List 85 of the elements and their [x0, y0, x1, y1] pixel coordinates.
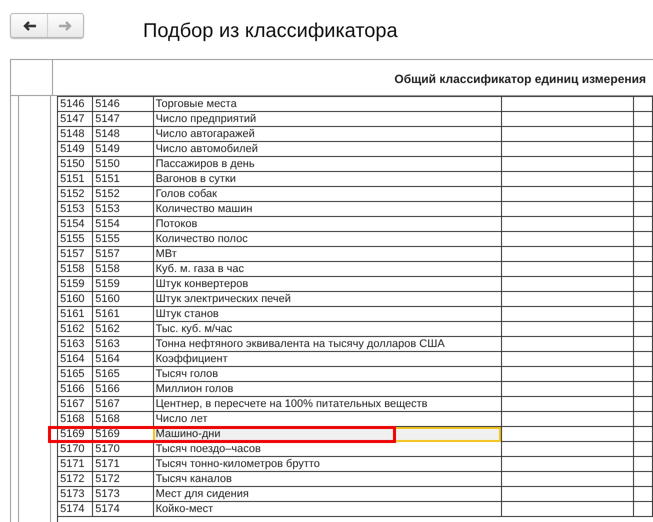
- right-arrow-icon: [58, 18, 74, 32]
- name-cell[interactable]: МВт: [153, 246, 502, 262]
- code-cell: 5151: [58, 172, 93, 186]
- name-cell[interactable]: Куб. м. газа в час: [153, 262, 502, 276]
- code-cell: 5172: [92, 472, 154, 486]
- name-cell[interactable]: Тысяч голов: [153, 366, 502, 382]
- code-cell: 5146: [58, 96, 93, 112]
- code-cell: 5174: [58, 502, 93, 516]
- name-cell[interactable]: Вагонов в сутки: [153, 172, 502, 186]
- code-cell: 5161: [58, 306, 93, 322]
- code-cell: 5166: [58, 382, 93, 396]
- code-cell: 5150: [58, 156, 93, 172]
- code-cell: 5150: [92, 156, 154, 172]
- code-cell: 5153: [58, 202, 93, 216]
- code-cell: 5160: [92, 292, 154, 306]
- name-cell[interactable]: Штук конвертеров: [153, 276, 502, 292]
- code-cell: 5154: [58, 216, 93, 232]
- name-cell[interactable]: Тысяч тонно-километров брутто: [153, 456, 502, 472]
- name-cell[interactable]: Число автогаражей: [153, 126, 502, 142]
- name-cell[interactable]: Штук станов: [153, 306, 502, 322]
- code-cell: 5173: [58, 486, 93, 502]
- code-cell: 5155: [92, 232, 154, 246]
- code-cell: 5164: [58, 352, 93, 366]
- name-cell[interactable]: Койко-мест: [153, 502, 502, 516]
- left-arrow-icon: [21, 18, 37, 32]
- code-cell: 5160: [58, 292, 93, 306]
- name-cell[interactable]: Число автомобилей: [153, 142, 502, 156]
- code-cell: 5152: [92, 186, 154, 202]
- code-cell: 5167: [58, 396, 93, 412]
- code-cell: 5163: [92, 336, 154, 352]
- code-cell: 5147: [58, 112, 93, 126]
- code-cell: 5157: [92, 246, 154, 262]
- column-header: Общий классификатор единиц измерения: [393, 71, 647, 88]
- code-cell: 5161: [92, 306, 154, 322]
- code-cell: 5171: [92, 456, 154, 472]
- code-cell: 5149: [58, 142, 93, 156]
- code-cell: 5170: [92, 442, 154, 456]
- name-cell[interactable]: Тысяч каналов: [153, 472, 502, 486]
- name-cell[interactable]: Штук электрических печей: [153, 292, 502, 306]
- code-cell: 5162: [58, 322, 93, 336]
- code-cell: 5146: [92, 96, 154, 112]
- name-cell[interactable]: Мест для сидения: [153, 486, 502, 502]
- code-cell: 5149: [92, 142, 154, 156]
- code-cell: 5157: [58, 246, 93, 262]
- name-cell[interactable]: Тыс. куб. м/час: [153, 322, 502, 336]
- code-cell: 5159: [58, 276, 93, 292]
- code-cell: 5173: [92, 486, 154, 502]
- name-cell[interactable]: Потоков: [153, 216, 502, 232]
- code-cell: 5172: [58, 472, 93, 486]
- name-cell[interactable]: Миллион голов: [153, 382, 502, 396]
- name-cell[interactable]: Пассажиров в день: [153, 156, 502, 172]
- code-cell: 5154: [92, 216, 154, 232]
- code-cell: 5167: [92, 396, 154, 412]
- code-cell: 5155: [58, 232, 93, 246]
- code-cell: 5148: [58, 126, 93, 142]
- code-cell: 5153: [92, 202, 154, 216]
- code-cell: 5147: [92, 112, 154, 126]
- code-cell: 5174: [92, 502, 154, 516]
- name-cell[interactable]: Количество машин: [153, 202, 502, 216]
- code-cell: 5165: [58, 366, 93, 382]
- code-cell: 5162: [92, 322, 154, 336]
- code-cell: 5148: [92, 126, 154, 142]
- name-cell[interactable]: Число предприятий: [153, 112, 502, 126]
- code-cell: 5168: [92, 412, 154, 426]
- name-cell[interactable]: Торговые места: [153, 96, 502, 112]
- name-cell[interactable]: Тонна нефтяного эквивалента на тысячу долларов США: [153, 336, 502, 352]
- code-cell: 5163: [58, 336, 93, 352]
- code-cell: 5170: [58, 442, 93, 456]
- name-cell[interactable]: Количество полос: [153, 232, 502, 246]
- code-cell: 5164: [92, 352, 154, 366]
- name-cell[interactable]: Тысяч поездо–часов: [153, 442, 502, 456]
- code-cell: 5158: [92, 262, 154, 276]
- name-cell[interactable]: Коэффициент: [153, 352, 502, 366]
- name-cell[interactable]: Голов собак: [153, 186, 502, 202]
- code-cell: 5151: [92, 172, 154, 186]
- code-cell: 5168: [58, 412, 93, 426]
- name-cell[interactable]: Центнер, в пересчете на 100% питательных веществ: [153, 396, 502, 412]
- code-cell: 5158: [58, 262, 93, 276]
- window-title: Подбор из классификатора: [143, 19, 398, 44]
- code-cell: 5165: [92, 366, 154, 382]
- code-cell: 5169: [58, 426, 93, 442]
- code-cell: 5171: [58, 456, 93, 472]
- code-cell: 5152: [58, 186, 93, 202]
- code-cell: 5159: [92, 276, 154, 292]
- code-cell: 5166: [92, 382, 154, 396]
